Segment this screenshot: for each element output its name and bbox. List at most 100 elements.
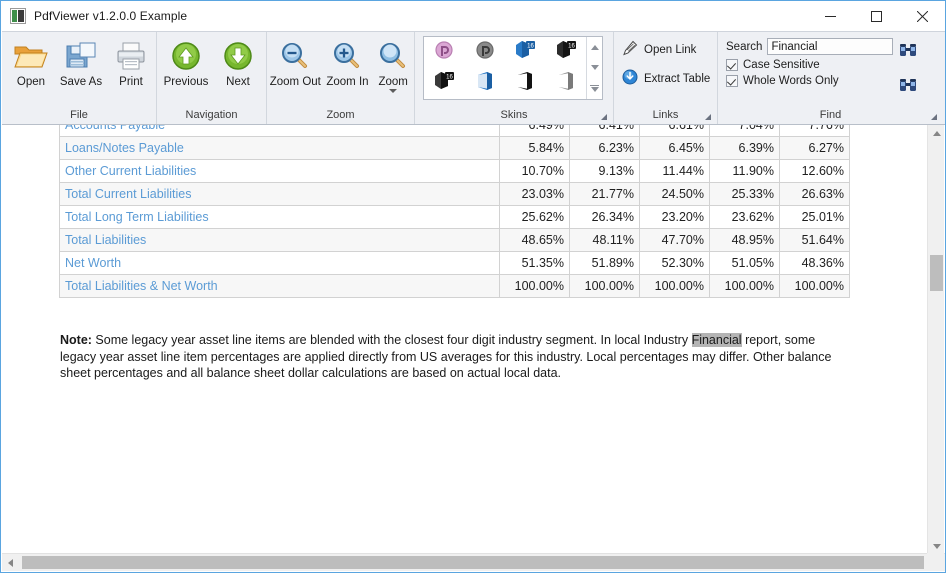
scroll-up-icon[interactable] xyxy=(928,125,945,142)
search-row: Search xyxy=(726,38,894,55)
zoom-dropdown-button[interactable]: Zoom xyxy=(372,36,414,93)
previous-button-label: Previous xyxy=(163,76,209,88)
skin-office-blue-icon[interactable] xyxy=(475,71,495,96)
printer-icon xyxy=(115,38,147,74)
row-label[interactable]: Total Current Liabilities xyxy=(59,182,500,206)
row-value: 25.62% xyxy=(499,205,570,229)
row-value: 26.34% xyxy=(569,205,640,229)
table-row: Net Worth 51.35% 51.89% 52.30% 51.05% 48… xyxy=(59,251,850,275)
magnifier-plus-icon xyxy=(332,38,362,74)
row-value: 6.27% xyxy=(779,136,850,160)
arrow-down-circle-icon xyxy=(223,38,253,74)
zoom-out-button[interactable]: Zoom Out xyxy=(268,36,323,88)
table-row: Accounts Payable 6.49% 6.41% 6.61% 7.04%… xyxy=(59,125,850,137)
minimize-button[interactable] xyxy=(807,1,853,31)
skin-hex16-blue-icon[interactable]: 16 xyxy=(514,40,536,65)
whole-words-only-option[interactable]: Whole Words Only xyxy=(726,75,893,87)
row-label[interactable]: Accounts Payable xyxy=(59,125,500,137)
skin-office-gray-icon[interactable] xyxy=(556,71,576,96)
row-value: 100.00% xyxy=(639,274,710,298)
document-view[interactable]: Accounts Payable 6.49% 6.41% 6.61% 7.04%… xyxy=(2,125,945,572)
links-dialog-launcher[interactable] xyxy=(705,114,711,120)
table-row: Loans/Notes Payable 5.84% 6.23% 6.45% 6.… xyxy=(59,136,850,160)
note-paragraph: Note: Some legacy year asset line items … xyxy=(60,332,848,382)
skin-hex16-black-icon[interactable]: 16 xyxy=(555,40,577,65)
search-input[interactable] xyxy=(767,38,894,55)
row-value: 48.95% xyxy=(709,228,780,252)
zoom-in-button[interactable]: Zoom In xyxy=(323,36,373,88)
ribbon-group-file-label: File xyxy=(70,109,88,121)
skin-circle-pink-icon[interactable] xyxy=(434,40,454,65)
row-value: 6.41% xyxy=(569,125,640,137)
horizontal-scrollbar[interactable] xyxy=(2,553,945,571)
previous-button[interactable]: Previous xyxy=(159,36,213,88)
print-button[interactable]: Print xyxy=(106,36,156,88)
open-link-label: Open Link xyxy=(644,43,697,56)
row-label[interactable]: Other Current Liabilities xyxy=(59,159,500,183)
gallery-scroll-down-icon[interactable] xyxy=(590,64,599,70)
extract-table-button[interactable]: Extract Table xyxy=(622,69,710,88)
financial-table-body: Accounts Payable 6.49% 6.41% 6.61% 7.04%… xyxy=(59,125,850,298)
save-as-button[interactable]: Save As xyxy=(56,36,106,88)
open-button[interactable]: Open xyxy=(6,36,56,88)
maximize-button[interactable] xyxy=(853,1,899,31)
case-sensitive-checkbox[interactable] xyxy=(726,59,738,71)
scroll-left-icon[interactable] xyxy=(2,554,19,571)
table-row: Total Long Term Liabilities 25.62% 26.34… xyxy=(59,205,850,229)
whole-words-only-label: Whole Words Only xyxy=(743,75,839,87)
gallery-scroll-up-icon[interactable] xyxy=(590,44,599,50)
find-next-button[interactable] xyxy=(899,42,917,63)
row-value: 23.20% xyxy=(639,205,710,229)
skin-office-black-icon[interactable] xyxy=(515,71,535,96)
row-value: 11.90% xyxy=(709,159,780,183)
close-button[interactable] xyxy=(899,1,945,31)
row-value: 21.77% xyxy=(569,182,640,206)
ribbon-group-zoom: Zoom Out Zoom In Zoom Zoom xyxy=(267,32,415,124)
magnifier-icon xyxy=(378,38,408,74)
whole-words-only-checkbox[interactable] xyxy=(726,75,738,87)
open-button-label: Open xyxy=(16,76,46,88)
row-value: 6.23% xyxy=(569,136,640,160)
open-link-button[interactable]: Open Link xyxy=(622,40,710,59)
row-value: 100.00% xyxy=(709,274,780,298)
ribbon-group-zoom-label: Zoom xyxy=(326,109,355,121)
horizontal-scrollbar-thumb[interactable] xyxy=(22,556,924,569)
svg-text:16: 16 xyxy=(527,44,534,50)
skin-circle-gray-icon[interactable] xyxy=(475,40,495,65)
vertical-scrollbar-thumb[interactable] xyxy=(930,255,943,291)
row-label[interactable]: Net Worth xyxy=(59,251,500,275)
ribbon: Open Save As Print File Previous Next Na… xyxy=(2,31,945,125)
row-value: 24.50% xyxy=(639,182,710,206)
arrow-up-circle-icon xyxy=(171,38,201,74)
zoom-out-button-label: Zoom Out xyxy=(269,76,321,88)
svg-text:16: 16 xyxy=(568,44,575,50)
skin-hex16-dark-icon[interactable]: 16 xyxy=(433,71,455,96)
row-label[interactable]: Total Liabilities & Net Worth xyxy=(59,274,500,298)
ribbon-group-links-label: Links xyxy=(614,106,717,124)
gallery-more-icon[interactable] xyxy=(590,84,599,92)
find-dialog-launcher[interactable] xyxy=(931,114,937,120)
window-controls xyxy=(807,1,945,31)
vertical-scrollbar[interactable] xyxy=(927,125,944,555)
chevron-down-icon[interactable] xyxy=(389,89,398,93)
row-value: 47.70% xyxy=(639,228,710,252)
ribbon-group-skins-label: Skins xyxy=(415,106,613,124)
extract-table-icon xyxy=(622,69,638,88)
find-previous-button[interactable] xyxy=(899,77,917,98)
ribbon-group-find-label: Find xyxy=(718,106,943,124)
save-floppy-icon xyxy=(65,38,97,74)
row-value: 51.64% xyxy=(779,228,850,252)
magnifier-minus-icon xyxy=(280,38,310,74)
next-button[interactable]: Next xyxy=(213,36,263,88)
skins-gallery[interactable]: 16 16 16 xyxy=(423,36,603,100)
skins-dialog-launcher[interactable] xyxy=(601,114,607,120)
row-value: 7.04% xyxy=(709,125,780,137)
financial-table: Accounts Payable 6.49% 6.41% 6.61% 7.04%… xyxy=(59,125,850,298)
row-label[interactable]: Total Long Term Liabilities xyxy=(59,205,500,229)
row-label[interactable]: Total Liabilities xyxy=(59,228,500,252)
case-sensitive-option[interactable]: Case Sensitive xyxy=(726,59,893,71)
skins-gallery-scrollbar[interactable] xyxy=(586,37,602,99)
row-label[interactable]: Loans/Notes Payable xyxy=(59,136,500,160)
row-value: 23.62% xyxy=(709,205,780,229)
pdfviewer-window: PdfViewer v1.2.0.0 Example Open Save As … xyxy=(0,0,946,573)
